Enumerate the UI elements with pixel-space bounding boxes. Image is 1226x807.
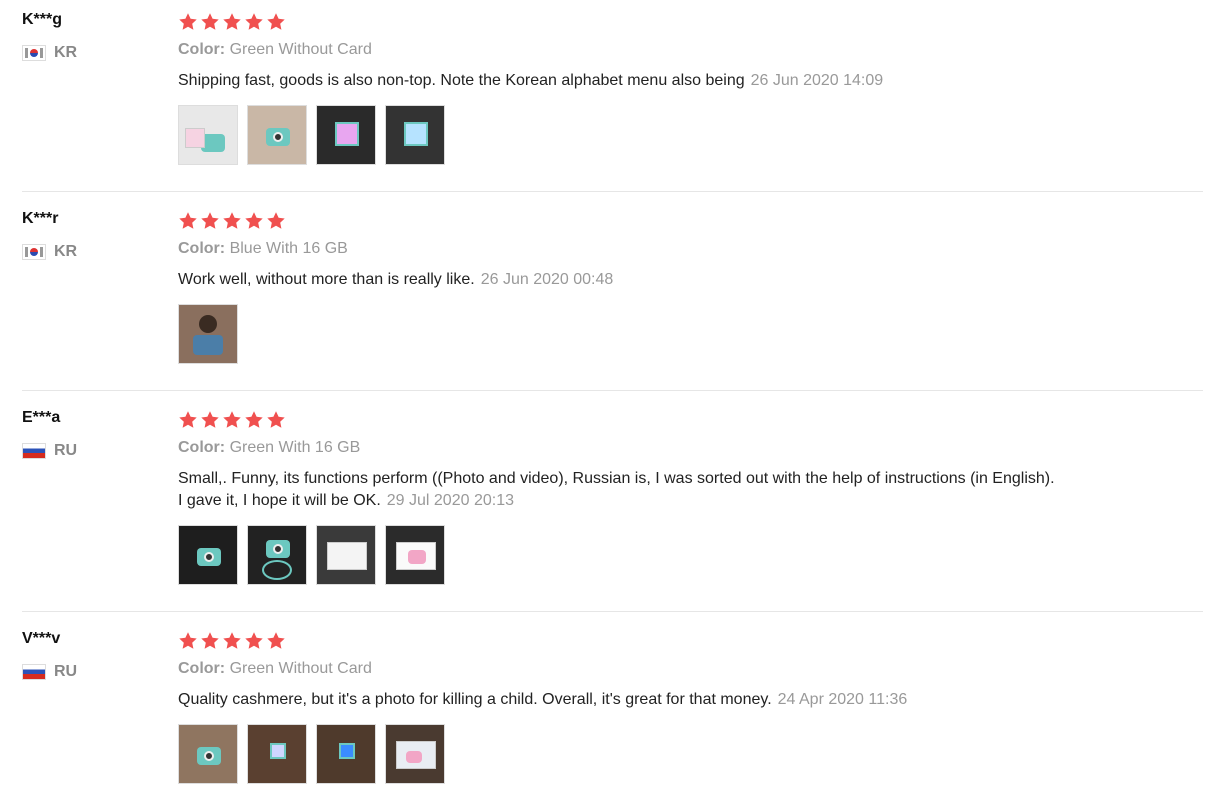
variant-label: Color:	[178, 41, 226, 58]
star-icon	[244, 410, 264, 430]
review-photo-thumbnail[interactable]	[385, 724, 445, 784]
review-photo-thumbnail[interactable]	[316, 724, 376, 784]
star-icon	[244, 631, 264, 651]
review-photo-thumbnail[interactable]	[385, 525, 445, 585]
star-rating	[178, 410, 288, 430]
russia-flag-icon	[22, 664, 46, 680]
south-korea-flag-icon	[22, 45, 46, 61]
product-variant: Color: Blue With 16 GB	[178, 240, 348, 258]
review-photo-thumbnail[interactable]	[178, 304, 238, 364]
review-divider	[22, 191, 1203, 192]
review-divider	[22, 390, 1203, 391]
variant-value: Blue With 16 GB	[229, 240, 348, 257]
star-icon	[200, 12, 220, 32]
review-photo-thumbnail[interactable]	[247, 105, 307, 165]
review-photo-thumbnail[interactable]	[316, 105, 376, 165]
review-comment: Work well, without more than is really l…	[178, 271, 475, 288]
star-rating	[178, 631, 288, 651]
star-icon	[178, 410, 198, 430]
review-photo-thumbnail[interactable]	[178, 105, 238, 165]
product-variant: Color: Green With 16 GB	[178, 439, 360, 457]
review-text: Shipping fast, goods is also non-top. No…	[178, 70, 1058, 92]
reviewer-name: E***a	[22, 409, 61, 426]
star-icon	[266, 410, 286, 430]
russia-flag-icon	[22, 443, 46, 459]
star-icon	[222, 211, 242, 231]
review-date: 26 Jun 2020 00:48	[480, 271, 614, 288]
review-date: 24 Apr 2020 11:36	[777, 691, 908, 708]
star-icon	[244, 211, 264, 231]
review-photos	[178, 525, 454, 585]
variant-label: Color:	[178, 240, 226, 257]
review-photos	[178, 724, 454, 784]
review-comment: Quality cashmere, but it's a photo for k…	[178, 691, 772, 708]
variant-value: Green Without Card	[229, 660, 372, 677]
country-code: KR	[54, 44, 78, 61]
star-icon	[244, 12, 264, 32]
star-icon	[266, 211, 286, 231]
star-icon	[222, 631, 242, 651]
star-rating	[178, 12, 288, 32]
reviewer-country: RU	[22, 663, 77, 681]
reviewer-country: KR	[22, 44, 77, 62]
reviewer-name: K***r	[22, 210, 59, 227]
review-photo-thumbnail[interactable]	[178, 724, 238, 784]
variant-label: Color:	[178, 439, 226, 456]
country-code: KR	[54, 243, 78, 260]
south-korea-flag-icon	[22, 244, 46, 260]
product-variant: Color: Green Without Card	[178, 660, 372, 678]
reviewer-country: RU	[22, 442, 77, 460]
star-icon	[266, 631, 286, 651]
review-photo-thumbnail[interactable]	[247, 525, 307, 585]
review-photo-thumbnail[interactable]	[178, 525, 238, 585]
review-comment: Shipping fast, goods is also non-top. No…	[178, 72, 745, 89]
review-comment: Small,. Funny, its functions perform ((P…	[178, 470, 1055, 509]
variant-value: Green With 16 GB	[229, 439, 361, 456]
star-icon	[266, 12, 286, 32]
reviewer-name: K***g	[22, 11, 63, 28]
review-date: 26 Jun 2020 14:09	[750, 72, 884, 89]
country-code: RU	[54, 442, 78, 459]
review-photo-thumbnail[interactable]	[247, 724, 307, 784]
review-date: 29 Jul 2020 20:13	[386, 492, 514, 509]
review-text: Small,. Funny, its functions perform ((P…	[178, 468, 1058, 512]
review-photo-thumbnail[interactable]	[385, 105, 445, 165]
reviewer-name: V***v	[22, 630, 61, 647]
star-icon	[222, 12, 242, 32]
star-icon	[222, 410, 242, 430]
review-divider	[22, 611, 1203, 612]
country-code: RU	[54, 663, 78, 680]
review-photos	[178, 304, 247, 364]
star-icon	[178, 631, 198, 651]
product-variant: Color: Green Without Card	[178, 41, 372, 59]
review-photo-thumbnail[interactable]	[316, 525, 376, 585]
variant-label: Color:	[178, 660, 226, 677]
reviewer-country: KR	[22, 243, 77, 261]
star-icon	[200, 211, 220, 231]
star-icon	[200, 410, 220, 430]
star-icon	[200, 631, 220, 651]
review-text: Quality cashmere, but it's a photo for k…	[178, 689, 1058, 711]
star-icon	[178, 211, 198, 231]
variant-value: Green Without Card	[229, 41, 372, 58]
review-text: Work well, without more than is really l…	[178, 269, 1058, 291]
star-icon	[178, 12, 198, 32]
review-photos	[178, 105, 454, 165]
star-rating	[178, 211, 288, 231]
